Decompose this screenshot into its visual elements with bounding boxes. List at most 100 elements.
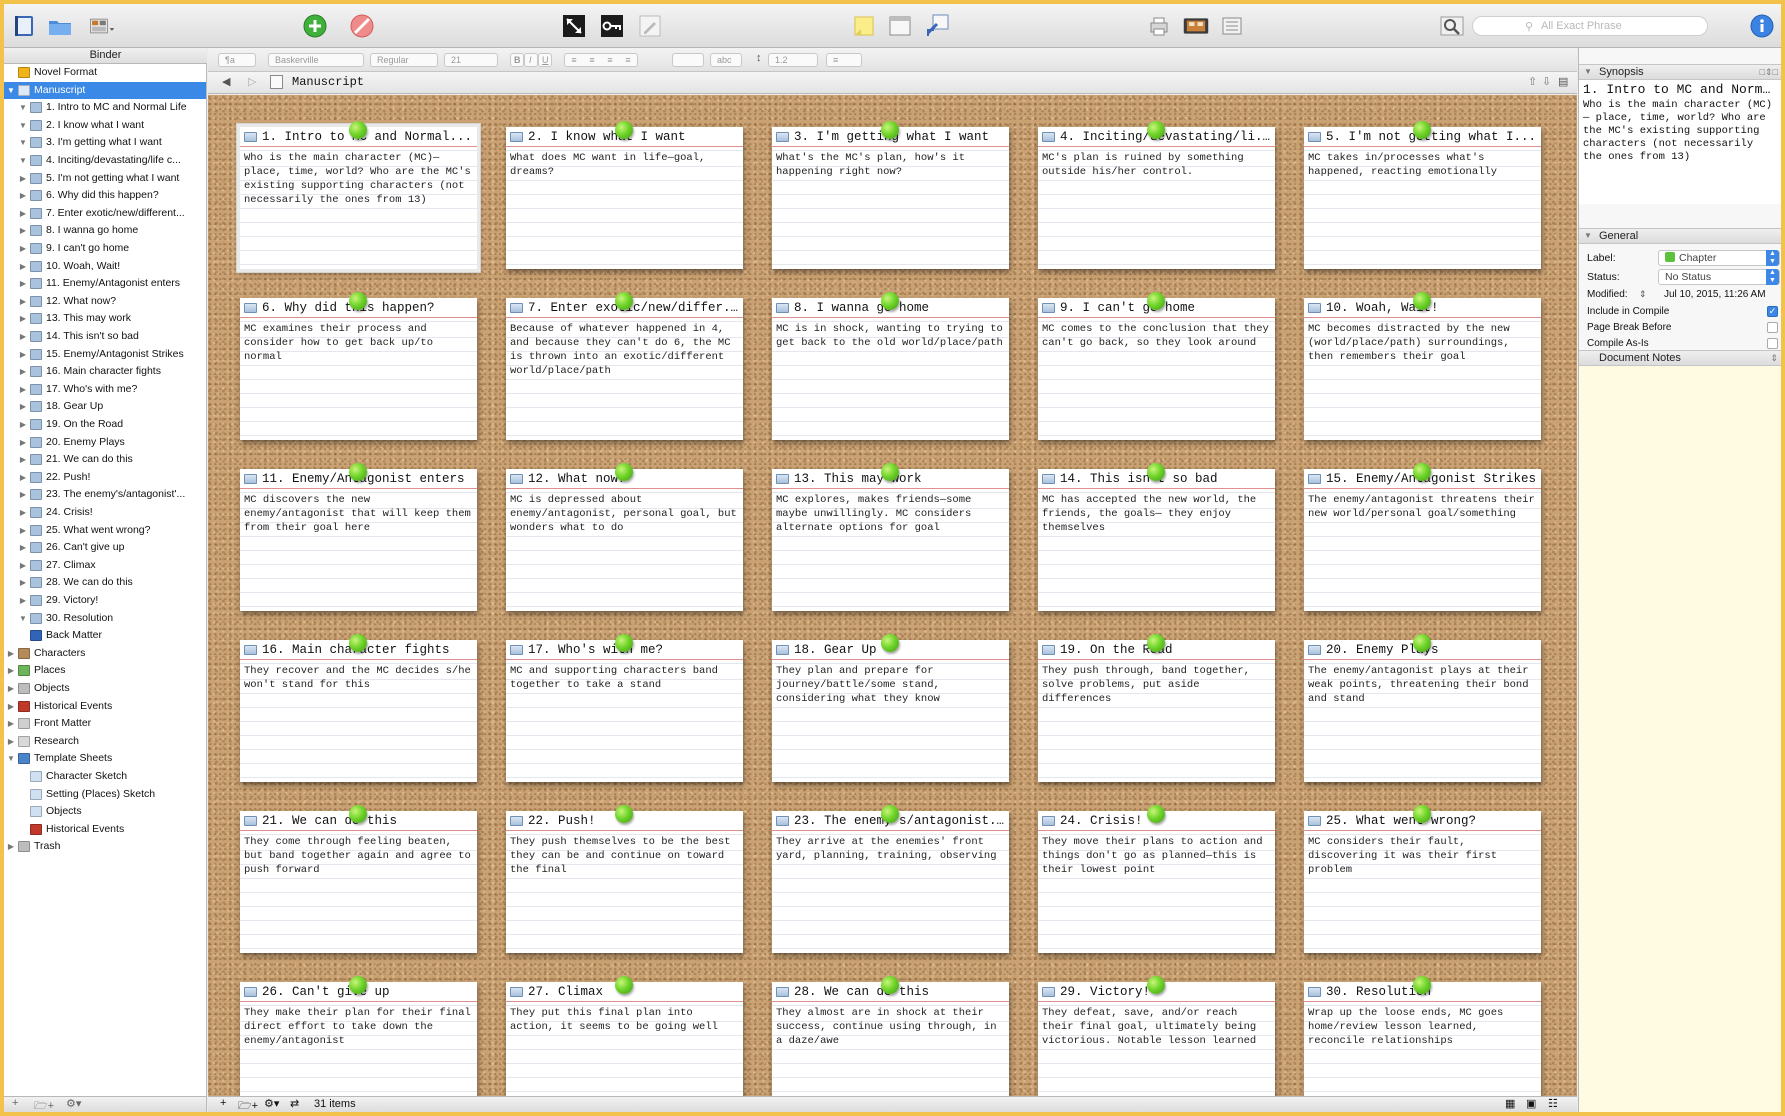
snapshot-window-icon[interactable] <box>886 12 914 40</box>
binder-item[interactable]: ▶ 14. This isn't so bad <box>4 328 206 345</box>
card-size-icon[interactable]: ☷ <box>1548 1097 1558 1110</box>
justify-icon[interactable]: ≡ <box>619 54 637 66</box>
binder-item[interactable]: ▼ Manuscript <box>4 81 206 99</box>
disclosure-closed-icon[interactable]: ▶ <box>18 557 28 574</box>
disclosure-closed-icon[interactable]: ▶ <box>18 469 28 486</box>
disclosure-closed-icon[interactable]: ▶ <box>18 539 28 556</box>
font-weight-select[interactable]: Regular <box>370 53 438 67</box>
disclosure-closed-icon[interactable]: ▶ <box>18 434 28 451</box>
index-card[interactable]: 18. Gear Up They plan and prepare for jou… <box>772 640 1009 782</box>
binder-item[interactable]: ▶ 29. Victory! <box>4 592 206 609</box>
index-card[interactable]: 24. Crisis! They move their plans to acti… <box>1038 811 1275 953</box>
card-synopsis[interactable]: MC examines their process and consider h… <box>244 322 474 364</box>
status-select[interactable]: No Status ▲ ▼ <box>1658 269 1780 285</box>
quick-reference-icon[interactable] <box>924 12 952 40</box>
synopsis-title[interactable]: 1. Intro to MC and Norma... <box>1583 82 1778 98</box>
index-card[interactable]: 17. Who's with me? MC and supporting char… <box>506 640 743 782</box>
card-synopsis[interactable]: They put this final plan into action, it… <box>510 1006 740 1034</box>
highlight-select[interactable]: abc <box>710 53 742 67</box>
binder-item[interactable]: ▶ 6. Why did this happen? <box>4 187 206 204</box>
binder-item[interactable]: ▶ Research <box>4 733 206 750</box>
corkboard[interactable]: 1. Intro to MC and Normal... Who is the m… <box>208 95 1577 1096</box>
binder-item[interactable]: ▶ 9. I can't go home <box>4 240 206 257</box>
card-synopsis[interactable]: They make their plan for their final dir… <box>244 1006 474 1048</box>
binder-item[interactable]: ▶ 8. I wanna go home <box>4 222 206 239</box>
binder-item[interactable]: ▶ Trash <box>4 838 206 855</box>
index-card[interactable]: 22. Push! They push themselves to be the … <box>506 811 743 953</box>
align-center-icon[interactable]: ≡ <box>583 54 601 66</box>
disclosure-closed-icon[interactable]: ▶ <box>6 838 16 855</box>
disclosure-closed-icon[interactable]: ▶ <box>18 240 28 257</box>
line-spacing-select[interactable]: 1.2 <box>768 53 818 67</box>
split-view-icon[interactable]: ▤ <box>1558 75 1568 88</box>
card-synopsis[interactable]: MC takes in/processes what's happened, r… <box>1308 151 1538 179</box>
disclosure-closed-icon[interactable]: ▶ <box>18 451 28 468</box>
card-synopsis[interactable]: They move their plans to action and thin… <box>1042 835 1272 877</box>
up-arrow-icon[interactable]: ⇧ <box>1528 75 1537 88</box>
search-input[interactable]: ⚲ All Exact Phrase <box>1472 16 1708 36</box>
synopsis-header[interactable]: ▼ Synopsis □⇕□ <box>1579 64 1781 80</box>
binder-item[interactable]: ▶ 26. Can't give up <box>4 539 206 556</box>
binder-toggle-icon[interactable] <box>10 12 38 40</box>
index-card[interactable]: 21. We can do this They come through feel… <box>240 811 477 953</box>
outliner-view-icon[interactable] <box>1218 12 1246 40</box>
disclosure-closed-icon[interactable]: ▶ <box>6 715 16 732</box>
document-notes-header[interactable]: Document Notes ⇕ <box>1579 350 1781 366</box>
add-folder-icon[interactable]: 🗁+ <box>34 1097 54 1112</box>
index-card[interactable]: 1. Intro to MC and Normal... Who is the m… <box>237 124 480 272</box>
binder-item[interactable]: ▶ 19. On the Road <box>4 416 206 433</box>
gear-icon[interactable]: ⚙▾ <box>264 1097 279 1110</box>
disclosure-open-icon[interactable]: ▼ <box>18 99 28 116</box>
corkboard-view-icon[interactable] <box>1178 12 1214 40</box>
binder-item[interactable]: ▶ Objects <box>4 680 206 697</box>
add-card-icon[interactable]: + <box>220 1097 226 1109</box>
index-card[interactable]: 9. I can't go home MC comes to the conclu… <box>1038 298 1275 440</box>
index-card[interactable]: 27. Climax They put this final plan into … <box>506 982 743 1096</box>
disclosure-closed-icon[interactable]: ▶ <box>6 698 16 715</box>
arrange-icon[interactable]: ⇄ <box>290 1097 299 1110</box>
back-arrow-icon[interactable]: ◀ <box>222 75 230 88</box>
disclosure-open-icon[interactable]: ▼ <box>18 134 28 151</box>
disclosure-closed-icon[interactable]: ▶ <box>18 205 28 222</box>
index-card[interactable]: 23. The enemy's/antagonist... They arrive… <box>772 811 1009 953</box>
card-synopsis[interactable]: MC explores, makes friends—some maybe un… <box>776 493 1006 535</box>
include-in-compile-checkbox[interactable]: ✓ <box>1767 306 1778 317</box>
card-synopsis[interactable]: Because of whatever happened in 4, and b… <box>510 322 740 378</box>
card-synopsis[interactable]: They come through feeling beaten, but ba… <box>244 835 474 877</box>
binder-item[interactable]: ▶ Characters <box>4 645 206 662</box>
delete-item-icon[interactable] <box>348 12 376 40</box>
index-card[interactable]: 20. Enemy Plays The enemy/antagonist play… <box>1304 640 1541 782</box>
project-search-icon[interactable] <box>1438 12 1466 40</box>
page-break-checkbox[interactable] <box>1767 322 1778 333</box>
binder-item[interactable]: ▶ 11. Enemy/Antagonist enters <box>4 275 206 292</box>
index-card[interactable]: 10. Woah, Wait! MC becomes distracted by … <box>1304 298 1541 440</box>
card-synopsis[interactable]: MC comes to the conclusion that they can… <box>1042 322 1272 350</box>
disclosure-closed-icon[interactable]: ▶ <box>18 522 28 539</box>
binder-item[interactable]: ▼ 3. I'm getting what I want <box>4 134 206 151</box>
binder-item[interactable]: Objects <box>4 803 206 820</box>
index-card[interactable]: 19. On the Road They push through, band t… <box>1038 640 1275 782</box>
binder-item[interactable]: ▶ 18. Gear Up <box>4 398 206 415</box>
notes-options-icon[interactable]: ⇕ <box>1770 351 1778 365</box>
binder-item[interactable]: ▶ 17. Who's with me? <box>4 381 206 398</box>
index-card[interactable]: 8. I wanna go home MC is in shock, wantin… <box>772 298 1009 440</box>
binder-item[interactable]: Back Matter <box>4 627 206 644</box>
down-arrow-icon[interactable]: ⇩ <box>1542 75 1551 88</box>
binder-item[interactable]: Setting (Places) Sketch <box>4 786 206 803</box>
print-icon[interactable] <box>1145 12 1173 40</box>
compile-as-is-checkbox[interactable] <box>1767 338 1778 349</box>
note-icon[interactable] <box>850 12 878 40</box>
disclosure-open-icon[interactable]: ▼ <box>6 82 16 99</box>
index-card[interactable]: 15. Enemy/Antagonist Strikes The enemy/an… <box>1304 469 1541 611</box>
index-card[interactable]: 16. Main character fightsThey recover an… <box>240 640 477 782</box>
disclosure-closed-icon[interactable]: ▶ <box>18 592 28 609</box>
binder-item[interactable]: ▶ 20. Enemy Plays <box>4 434 206 451</box>
binder-item[interactable]: ▶ 5. I'm not getting what I want <box>4 170 206 187</box>
card-synopsis[interactable]: MC discovers the new enemy/antagonist th… <box>244 493 474 535</box>
card-synopsis[interactable]: MC is depressed about enemy/antagonist, … <box>510 493 740 535</box>
bold-button[interactable]: B <box>510 53 524 67</box>
collapse-triangle-icon[interactable]: ▼ <box>1584 65 1592 79</box>
keywords-icon[interactable] <box>598 12 626 40</box>
synopsis-text[interactable]: Who is the main character (MC)— place, t… <box>1583 99 1778 164</box>
list-style-select[interactable]: ≡ <box>826 53 862 67</box>
